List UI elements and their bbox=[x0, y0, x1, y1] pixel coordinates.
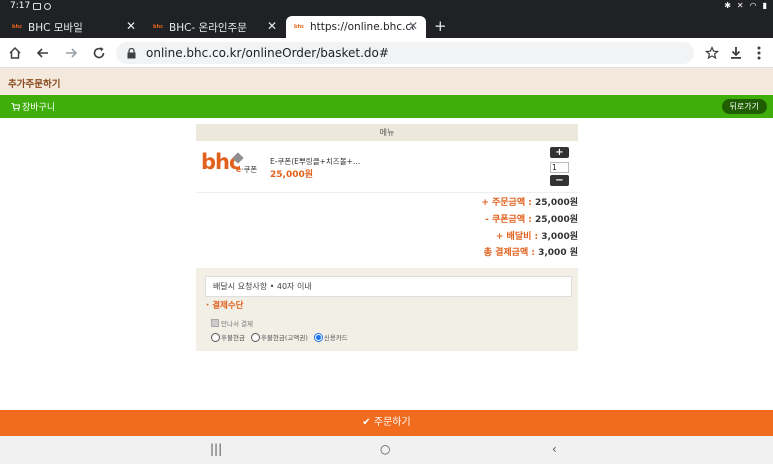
tab-bhc-mobile[interactable]: bhc BHC 모바일 ✕ bbox=[4, 16, 144, 38]
radio-label: 신용카드 bbox=[323, 334, 348, 342]
quantity-decrease-button[interactable]: − bbox=[550, 175, 569, 186]
logo-brand: bhc bbox=[201, 150, 241, 174]
reload-icon[interactable] bbox=[90, 44, 108, 62]
tab-title: BHC 모바일 bbox=[28, 21, 83, 34]
bhc-favicon-icon: bhc bbox=[294, 23, 305, 30]
back-button[interactable]: 뒤로가기 bbox=[721, 99, 767, 114]
menu-header: 메뉴 bbox=[196, 124, 578, 141]
status-bar: 7:17 ✱ ✕ ◠ ▮ bbox=[0, 0, 773, 14]
logo-coupon-text: e·쿠폰 bbox=[236, 165, 258, 174]
delivery-fee-row: + 배달비 : 3,000원 bbox=[496, 229, 578, 242]
pay-in-person-checkbox[interactable]: 만나서 결제 bbox=[211, 318, 253, 328]
quantity-increase-button[interactable]: + bbox=[550, 147, 569, 158]
radio-label: 후불현금 bbox=[221, 334, 245, 342]
tab-title: BHC- 온라인주문 bbox=[169, 21, 247, 34]
page-title: 추가주문하기 bbox=[8, 79, 61, 90]
summary-label: + 주문금액 : bbox=[481, 198, 532, 208]
nav-back-icon[interactable]: ‹ bbox=[552, 442, 557, 456]
address-bar[interactable]: online.bhc.co.kr/onlineOrder/basket.do# bbox=[116, 42, 694, 64]
summary-value: 25,000원 bbox=[534, 198, 578, 208]
summary-value: 3,000원 bbox=[541, 232, 578, 242]
tab-basket[interactable]: bhc https://online.bhc.co.kr/o ✕ bbox=[286, 16, 426, 38]
item-name: E-쿠폰(E뿌링클+치즈볼+… bbox=[270, 157, 361, 166]
new-tab-icon[interactable]: + bbox=[434, 17, 447, 35]
order-button-label: 주문하기 bbox=[373, 417, 411, 428]
browser-toolbar: online.bhc.co.kr/onlineOrder/basket.do# bbox=[0, 38, 773, 68]
radio-button[interactable] bbox=[211, 332, 220, 342]
recent-apps-icon[interactable]: ||| bbox=[210, 442, 222, 456]
order-amount-row: + 주문금액 : 25,000원 bbox=[481, 195, 578, 208]
radio-cash[interactable]: 후불현금 bbox=[211, 332, 245, 342]
forward-arrow-icon[interactable] bbox=[62, 44, 80, 62]
check-icon: ✔ bbox=[362, 417, 371, 428]
bhc-favicon-icon: bhc bbox=[153, 23, 164, 30]
close-icon[interactable]: ✕ bbox=[267, 20, 277, 32]
more-menu-icon[interactable] bbox=[750, 44, 768, 62]
lock-icon bbox=[127, 44, 136, 63]
quantity-field[interactable]: 1 bbox=[550, 162, 569, 173]
summary-value: 25,000원 bbox=[534, 215, 578, 225]
cart-bar: 장바구니 뒤로가기 bbox=[0, 95, 773, 118]
wifi-icon: ◠ bbox=[749, 1, 757, 10]
tab-title: https://online.bhc.co.kr/o bbox=[310, 21, 414, 33]
system-nav-bar: ||| ○ ‹ bbox=[0, 436, 773, 464]
order-button[interactable]: ✔ 주문하기 bbox=[0, 410, 773, 436]
back-arrow-icon[interactable] bbox=[34, 44, 52, 62]
bhc-favicon-icon: bhc bbox=[12, 23, 23, 30]
radio-credit-card[interactable]: 신용카드 bbox=[313, 332, 348, 342]
cart-label: 장바구니 bbox=[22, 103, 56, 113]
url-text: online.bhc.co.kr/onlineOrder/basket.do# bbox=[146, 46, 389, 60]
bookmark-star-icon[interactable] bbox=[703, 44, 721, 62]
gallery-icon bbox=[33, 3, 41, 10]
notification-icons bbox=[33, 3, 51, 10]
delivery-request-input[interactable]: 배달시 요청사항 • 40자 이내 bbox=[205, 276, 572, 297]
divider bbox=[196, 192, 578, 193]
summary-label: + 배달비 : bbox=[495, 232, 539, 242]
close-icon[interactable]: ✕ bbox=[126, 20, 136, 32]
bluetooth-icon: ✱ bbox=[724, 1, 731, 10]
radio-label: 후불현금(고액권) bbox=[260, 334, 308, 342]
cart-heading: 장바구니 bbox=[11, 100, 55, 113]
bhc-ecoupon-logo: bhc e·쿠폰 bbox=[201, 150, 263, 176]
home-button-icon[interactable]: ○ bbox=[380, 442, 390, 456]
summary-label: 총 결제금액 : bbox=[483, 248, 535, 258]
close-icon[interactable]: ✕ bbox=[408, 20, 418, 32]
item-price: 25,000원 bbox=[270, 170, 314, 180]
payment-options: 후불현금 후불현금(고액권) 신용카드 bbox=[211, 332, 348, 342]
mute-icon: ✕ bbox=[736, 1, 744, 10]
coupon-amount-row: - 쿠폰금액 : 25,000원 bbox=[485, 212, 578, 225]
payment-method-title: · 결제수단 bbox=[206, 301, 244, 311]
checkbox[interactable] bbox=[211, 319, 219, 327]
order-options-box: 배달시 요청사항 • 40자 이내 · 결제수단 만나서 결제 후불현금 후불현… bbox=[196, 268, 578, 351]
system-icons: ✱ ✕ ◠ ▮ bbox=[724, 1, 767, 10]
home-icon[interactable] bbox=[6, 44, 24, 62]
cart-icon bbox=[11, 102, 20, 111]
page-header: 추가주문하기 bbox=[0, 68, 773, 95]
sync-icon bbox=[44, 3, 51, 10]
battery-icon: ▮ bbox=[762, 1, 767, 10]
download-icon[interactable] bbox=[727, 44, 745, 62]
radio-button[interactable] bbox=[313, 332, 323, 342]
total-amount-row: 총 결제금액 : 3,000 원 bbox=[484, 245, 578, 258]
radio-button[interactable] bbox=[250, 332, 260, 342]
summary-value: 3,000 원 bbox=[538, 248, 578, 258]
checkbox-label: 만나서 결제 bbox=[221, 320, 253, 328]
radio-cash-large[interactable]: 후불현금(고액권) bbox=[250, 332, 308, 342]
summary-label: - 쿠폰금액 : bbox=[485, 215, 532, 225]
clock: 7:17 bbox=[10, 1, 31, 11]
tab-bhc-online-order[interactable]: bhc BHC- 온라인주문 ✕ bbox=[145, 16, 285, 38]
tab-strip: bhc BHC 모바일 ✕ bhc BHC- 온라인주문 ✕ bhc https… bbox=[0, 14, 773, 38]
